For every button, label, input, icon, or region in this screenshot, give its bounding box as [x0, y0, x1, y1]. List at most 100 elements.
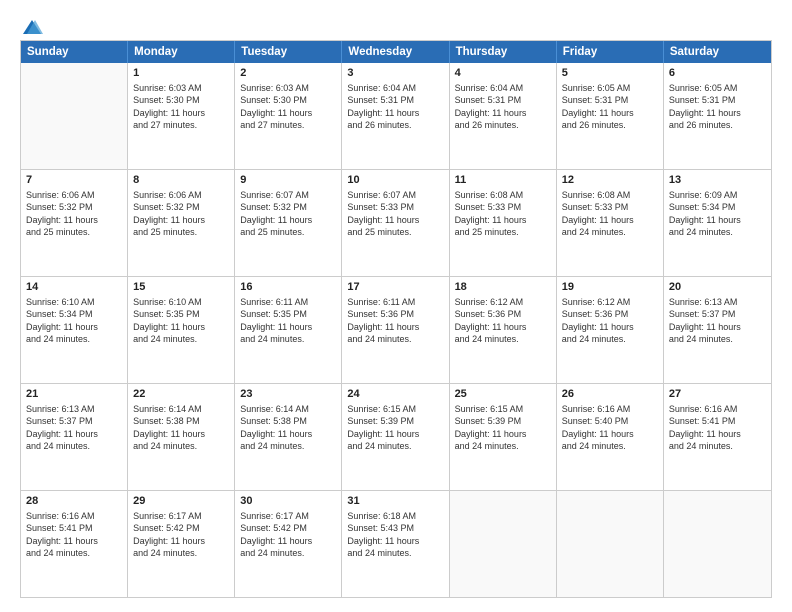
day-cell-29: 29Sunrise: 6:17 AM Sunset: 5:42 PM Dayli…: [128, 491, 235, 597]
cell-info: Sunrise: 6:03 AM Sunset: 5:30 PM Dayligh…: [133, 82, 229, 132]
day-number: 6: [669, 66, 766, 81]
empty-cell: [21, 63, 128, 169]
cell-info: Sunrise: 6:05 AM Sunset: 5:31 PM Dayligh…: [562, 82, 658, 132]
calendar-row-4: 21Sunrise: 6:13 AM Sunset: 5:37 PM Dayli…: [21, 383, 771, 490]
day-cell-24: 24Sunrise: 6:15 AM Sunset: 5:39 PM Dayli…: [342, 384, 449, 490]
day-cell-23: 23Sunrise: 6:14 AM Sunset: 5:38 PM Dayli…: [235, 384, 342, 490]
day-number: 4: [455, 66, 551, 81]
cell-info: Sunrise: 6:05 AM Sunset: 5:31 PM Dayligh…: [669, 82, 766, 132]
cell-info: Sunrise: 6:08 AM Sunset: 5:33 PM Dayligh…: [562, 189, 658, 239]
day-number: 18: [455, 280, 551, 295]
day-cell-14: 14Sunrise: 6:10 AM Sunset: 5:34 PM Dayli…: [21, 277, 128, 383]
cell-info: Sunrise: 6:09 AM Sunset: 5:34 PM Dayligh…: [669, 189, 766, 239]
empty-cell: [557, 491, 664, 597]
day-cell-4: 4Sunrise: 6:04 AM Sunset: 5:31 PM Daylig…: [450, 63, 557, 169]
calendar-row-5: 28Sunrise: 6:16 AM Sunset: 5:41 PM Dayli…: [21, 490, 771, 597]
day-cell-25: 25Sunrise: 6:15 AM Sunset: 5:39 PM Dayli…: [450, 384, 557, 490]
day-cell-6: 6Sunrise: 6:05 AM Sunset: 5:31 PM Daylig…: [664, 63, 771, 169]
day-number: 19: [562, 280, 658, 295]
calendar-row-1: 1Sunrise: 6:03 AM Sunset: 5:30 PM Daylig…: [21, 63, 771, 169]
day-number: 5: [562, 66, 658, 81]
cell-info: Sunrise: 6:12 AM Sunset: 5:36 PM Dayligh…: [562, 296, 658, 346]
day-cell-1: 1Sunrise: 6:03 AM Sunset: 5:30 PM Daylig…: [128, 63, 235, 169]
day-cell-18: 18Sunrise: 6:12 AM Sunset: 5:36 PM Dayli…: [450, 277, 557, 383]
day-number: 1: [133, 66, 229, 81]
header-cell-thursday: Thursday: [450, 41, 557, 63]
day-cell-15: 15Sunrise: 6:10 AM Sunset: 5:35 PM Dayli…: [128, 277, 235, 383]
day-cell-27: 27Sunrise: 6:16 AM Sunset: 5:41 PM Dayli…: [664, 384, 771, 490]
cell-info: Sunrise: 6:11 AM Sunset: 5:36 PM Dayligh…: [347, 296, 443, 346]
calendar-page: SundayMondayTuesdayWednesdayThursdayFrid…: [0, 0, 792, 612]
day-cell-9: 9Sunrise: 6:07 AM Sunset: 5:32 PM Daylig…: [235, 170, 342, 276]
day-number: 25: [455, 387, 551, 402]
day-cell-10: 10Sunrise: 6:07 AM Sunset: 5:33 PM Dayli…: [342, 170, 449, 276]
cell-info: Sunrise: 6:04 AM Sunset: 5:31 PM Dayligh…: [455, 82, 551, 132]
cell-info: Sunrise: 6:16 AM Sunset: 5:41 PM Dayligh…: [26, 510, 122, 560]
day-number: 17: [347, 280, 443, 295]
day-number: 28: [26, 494, 122, 509]
day-number: 10: [347, 173, 443, 188]
day-number: 11: [455, 173, 551, 188]
cell-info: Sunrise: 6:06 AM Sunset: 5:32 PM Dayligh…: [26, 189, 122, 239]
day-number: 20: [669, 280, 766, 295]
calendar-body: 1Sunrise: 6:03 AM Sunset: 5:30 PM Daylig…: [21, 63, 771, 597]
header-cell-wednesday: Wednesday: [342, 41, 449, 63]
logo: [20, 18, 44, 32]
day-number: 23: [240, 387, 336, 402]
day-cell-17: 17Sunrise: 6:11 AM Sunset: 5:36 PM Dayli…: [342, 277, 449, 383]
day-number: 31: [347, 494, 443, 509]
day-cell-28: 28Sunrise: 6:16 AM Sunset: 5:41 PM Dayli…: [21, 491, 128, 597]
logo-icon: [21, 18, 43, 36]
cell-info: Sunrise: 6:10 AM Sunset: 5:35 PM Dayligh…: [133, 296, 229, 346]
calendar-row-2: 7Sunrise: 6:06 AM Sunset: 5:32 PM Daylig…: [21, 169, 771, 276]
day-number: 12: [562, 173, 658, 188]
empty-cell: [450, 491, 557, 597]
header: [20, 18, 772, 32]
header-cell-friday: Friday: [557, 41, 664, 63]
day-number: 16: [240, 280, 336, 295]
cell-info: Sunrise: 6:14 AM Sunset: 5:38 PM Dayligh…: [133, 403, 229, 453]
day-cell-21: 21Sunrise: 6:13 AM Sunset: 5:37 PM Dayli…: [21, 384, 128, 490]
day-cell-11: 11Sunrise: 6:08 AM Sunset: 5:33 PM Dayli…: [450, 170, 557, 276]
day-cell-7: 7Sunrise: 6:06 AM Sunset: 5:32 PM Daylig…: [21, 170, 128, 276]
day-cell-8: 8Sunrise: 6:06 AM Sunset: 5:32 PM Daylig…: [128, 170, 235, 276]
day-cell-16: 16Sunrise: 6:11 AM Sunset: 5:35 PM Dayli…: [235, 277, 342, 383]
day-cell-2: 2Sunrise: 6:03 AM Sunset: 5:30 PM Daylig…: [235, 63, 342, 169]
day-cell-19: 19Sunrise: 6:12 AM Sunset: 5:36 PM Dayli…: [557, 277, 664, 383]
cell-info: Sunrise: 6:13 AM Sunset: 5:37 PM Dayligh…: [669, 296, 766, 346]
calendar: SundayMondayTuesdayWednesdayThursdayFrid…: [20, 40, 772, 598]
day-cell-22: 22Sunrise: 6:14 AM Sunset: 5:38 PM Dayli…: [128, 384, 235, 490]
day-cell-26: 26Sunrise: 6:16 AM Sunset: 5:40 PM Dayli…: [557, 384, 664, 490]
cell-info: Sunrise: 6:04 AM Sunset: 5:31 PM Dayligh…: [347, 82, 443, 132]
cell-info: Sunrise: 6:03 AM Sunset: 5:30 PM Dayligh…: [240, 82, 336, 132]
day-number: 24: [347, 387, 443, 402]
day-cell-5: 5Sunrise: 6:05 AM Sunset: 5:31 PM Daylig…: [557, 63, 664, 169]
day-cell-20: 20Sunrise: 6:13 AM Sunset: 5:37 PM Dayli…: [664, 277, 771, 383]
cell-info: Sunrise: 6:15 AM Sunset: 5:39 PM Dayligh…: [347, 403, 443, 453]
cell-info: Sunrise: 6:15 AM Sunset: 5:39 PM Dayligh…: [455, 403, 551, 453]
day-cell-30: 30Sunrise: 6:17 AM Sunset: 5:42 PM Dayli…: [235, 491, 342, 597]
empty-cell: [664, 491, 771, 597]
cell-info: Sunrise: 6:16 AM Sunset: 5:40 PM Dayligh…: [562, 403, 658, 453]
header-cell-tuesday: Tuesday: [235, 41, 342, 63]
header-cell-saturday: Saturday: [664, 41, 771, 63]
day-number: 27: [669, 387, 766, 402]
day-cell-13: 13Sunrise: 6:09 AM Sunset: 5:34 PM Dayli…: [664, 170, 771, 276]
calendar-header: SundayMondayTuesdayWednesdayThursdayFrid…: [21, 41, 771, 63]
cell-info: Sunrise: 6:08 AM Sunset: 5:33 PM Dayligh…: [455, 189, 551, 239]
day-number: 21: [26, 387, 122, 402]
cell-info: Sunrise: 6:14 AM Sunset: 5:38 PM Dayligh…: [240, 403, 336, 453]
calendar-row-3: 14Sunrise: 6:10 AM Sunset: 5:34 PM Dayli…: [21, 276, 771, 383]
day-cell-3: 3Sunrise: 6:04 AM Sunset: 5:31 PM Daylig…: [342, 63, 449, 169]
cell-info: Sunrise: 6:16 AM Sunset: 5:41 PM Dayligh…: [669, 403, 766, 453]
cell-info: Sunrise: 6:07 AM Sunset: 5:33 PM Dayligh…: [347, 189, 443, 239]
day-number: 22: [133, 387, 229, 402]
cell-info: Sunrise: 6:18 AM Sunset: 5:43 PM Dayligh…: [347, 510, 443, 560]
cell-info: Sunrise: 6:07 AM Sunset: 5:32 PM Dayligh…: [240, 189, 336, 239]
cell-info: Sunrise: 6:17 AM Sunset: 5:42 PM Dayligh…: [133, 510, 229, 560]
day-number: 30: [240, 494, 336, 509]
day-number: 7: [26, 173, 122, 188]
day-number: 2: [240, 66, 336, 81]
header-cell-sunday: Sunday: [21, 41, 128, 63]
day-number: 13: [669, 173, 766, 188]
